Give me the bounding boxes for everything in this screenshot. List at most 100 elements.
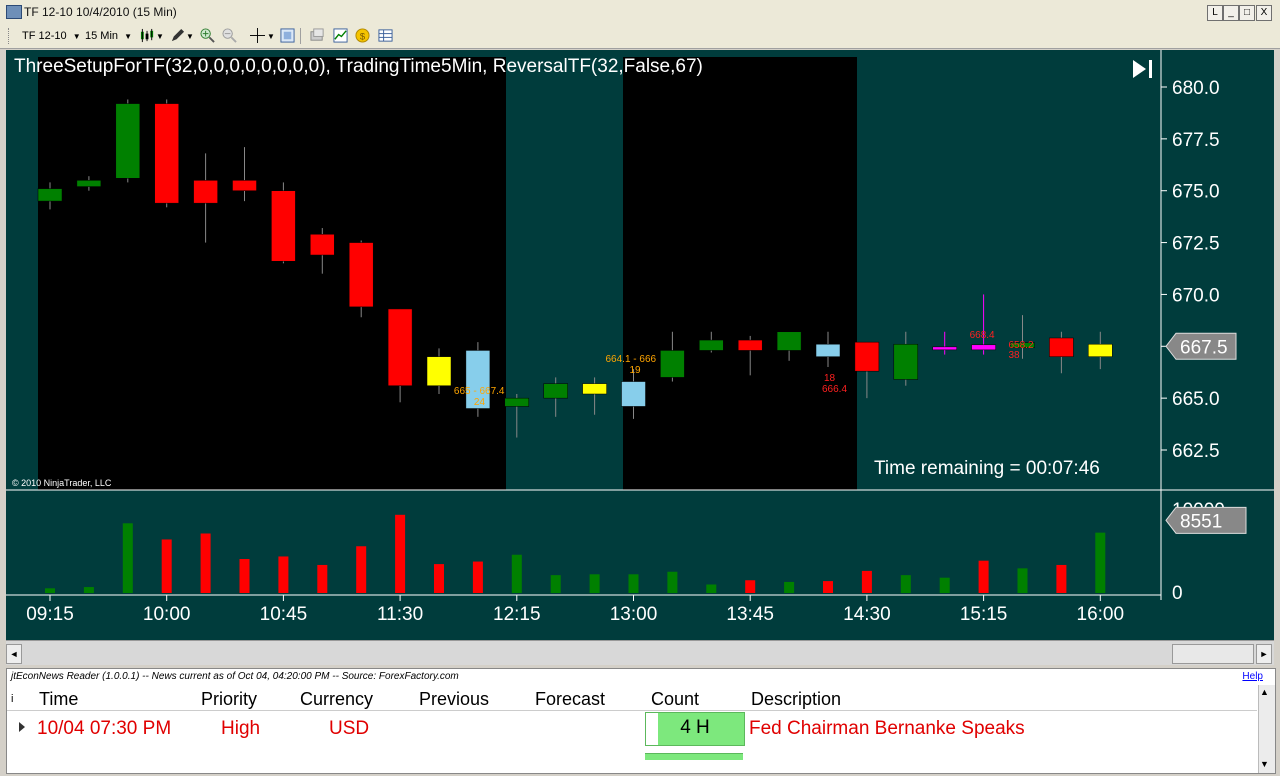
volume-bar[interactable] bbox=[550, 575, 561, 593]
time-tick-label: 13:45 bbox=[726, 604, 774, 625]
volume-bar[interactable] bbox=[83, 587, 94, 593]
close-button[interactable]: X bbox=[1256, 5, 1272, 21]
minimize-button[interactable]: _ bbox=[1223, 5, 1239, 21]
time-tick-label: 12:15 bbox=[493, 604, 541, 625]
price-candle[interactable] bbox=[348, 242, 374, 308]
column-header-currency[interactable]: Currency bbox=[300, 689, 373, 710]
session-background bbox=[38, 57, 506, 490]
price-candle[interactable] bbox=[387, 308, 413, 386]
scroll-down-arrow-icon[interactable]: ▼ bbox=[1260, 759, 1269, 769]
help-link[interactable]: Help bbox=[1242, 671, 1263, 682]
price-candle[interactable] bbox=[582, 383, 607, 395]
volume-bar[interactable] bbox=[861, 570, 872, 593]
volume-bar[interactable] bbox=[511, 554, 522, 593]
column-header-count[interactable]: Count bbox=[651, 689, 699, 710]
price-candle[interactable] bbox=[543, 383, 568, 399]
price-candle[interactable] bbox=[310, 234, 335, 256]
price-candle[interactable] bbox=[232, 180, 257, 191]
price-candle[interactable] bbox=[854, 341, 880, 372]
price-candle[interactable] bbox=[154, 103, 179, 204]
price-candle[interactable] bbox=[193, 180, 218, 204]
volume-bar[interactable] bbox=[667, 571, 678, 593]
chevron-down-icon[interactable]: ▼ bbox=[156, 32, 164, 41]
table-icon[interactable] bbox=[378, 28, 393, 43]
price-candle[interactable] bbox=[504, 397, 530, 407]
scroll-to-end-icon[interactable] bbox=[1133, 60, 1152, 78]
price-candle[interactable] bbox=[893, 343, 919, 380]
volume-bar[interactable] bbox=[395, 514, 406, 593]
signal-annotation: 18 bbox=[824, 373, 836, 384]
volume-bar[interactable] bbox=[900, 575, 911, 593]
volume-bar[interactable] bbox=[317, 564, 328, 593]
price-candle[interactable] bbox=[271, 190, 296, 262]
chevron-down-icon[interactable]: ▼ bbox=[267, 32, 275, 41]
volume-bar[interactable] bbox=[1095, 532, 1106, 593]
volume-bar[interactable] bbox=[356, 546, 367, 593]
row-expand-icon[interactable] bbox=[19, 722, 25, 732]
news-row[interactable]: 10/04 07:30 PM High USD Fed Chairman Ber… bbox=[7, 711, 1257, 745]
volume-bar[interactable] bbox=[161, 539, 172, 593]
chevron-down-icon[interactable]: ▼ bbox=[186, 32, 194, 41]
chart-horizontal-scrollbar[interactable]: ◄ ► bbox=[6, 640, 1274, 665]
volume-bar[interactable] bbox=[472, 561, 483, 593]
price-candle[interactable] bbox=[737, 339, 763, 351]
column-header-info[interactable]: i bbox=[11, 693, 13, 705]
price-candle[interactable] bbox=[660, 350, 685, 378]
volume-bar[interactable] bbox=[239, 559, 250, 593]
volume-bar[interactable] bbox=[200, 533, 211, 594]
instrument-selector[interactable]: TF 12-10 ▼ bbox=[22, 28, 81, 44]
scroll-left-arrow-icon[interactable]: ◄ bbox=[6, 644, 22, 664]
scroll-up-arrow-icon[interactable]: ▲ bbox=[1260, 687, 1269, 697]
volume-bar[interactable] bbox=[784, 581, 795, 593]
volume-bar[interactable] bbox=[939, 577, 950, 593]
crosshair-icon[interactable] bbox=[250, 28, 265, 43]
column-header-description[interactable]: Description bbox=[751, 689, 841, 710]
volume-bar[interactable] bbox=[122, 523, 133, 593]
volume-bar[interactable] bbox=[1017, 568, 1028, 593]
column-header-time[interactable]: Time bbox=[39, 689, 78, 710]
strategy-icon[interactable] bbox=[333, 28, 348, 43]
volume-bar[interactable] bbox=[1056, 564, 1067, 593]
price-candle[interactable] bbox=[1049, 337, 1074, 357]
volume-bar[interactable] bbox=[45, 588, 55, 593]
news-vertical-scrollbar[interactable]: ▲ ▼ bbox=[1258, 685, 1275, 773]
price-candle[interactable] bbox=[426, 356, 452, 386]
scrollbar-thumb[interactable] bbox=[1172, 644, 1254, 664]
coin-icon[interactable]: $ bbox=[355, 28, 370, 43]
volume-bar[interactable] bbox=[706, 584, 717, 594]
volume-bar[interactable] bbox=[745, 580, 756, 593]
price-candle[interactable] bbox=[699, 339, 724, 351]
window-title-bar[interactable]: TF 12-10 10/4/2010 (15 Min) L _ □ X bbox=[0, 0, 1280, 25]
price-chart[interactable]: 665 - 667.424664.1 - 6661918666.4668.465… bbox=[6, 50, 1274, 640]
price-candle[interactable] bbox=[776, 331, 802, 351]
scroll-right-arrow-icon[interactable]: ► bbox=[1256, 644, 1272, 664]
data-box-icon[interactable] bbox=[310, 28, 325, 43]
volume-bar[interactable] bbox=[278, 556, 289, 593]
price-candle[interactable] bbox=[621, 381, 646, 407]
zoom-in-icon[interactable] bbox=[200, 28, 215, 43]
volume-bar[interactable] bbox=[589, 574, 600, 593]
zoom-out-icon[interactable] bbox=[222, 28, 237, 43]
link-button[interactable]: L bbox=[1207, 5, 1223, 21]
column-header-priority[interactable]: Priority bbox=[201, 689, 257, 710]
column-header-previous[interactable]: Previous bbox=[419, 689, 489, 710]
price-candle[interactable] bbox=[815, 343, 841, 357]
volume-bar[interactable] bbox=[823, 581, 833, 593]
price-candle[interactable] bbox=[37, 188, 63, 202]
volume-bar[interactable] bbox=[628, 574, 639, 593]
period-selector[interactable]: 15 Min ▼ bbox=[85, 28, 132, 44]
volume-bar[interactable] bbox=[978, 560, 989, 593]
price-candle[interactable] bbox=[1088, 343, 1113, 357]
chart-area[interactable]: 665 - 667.4 24 664.1 - 666 19 18 666.4 668.4 65… bbox=[6, 50, 1274, 640]
price-candle[interactable] bbox=[76, 180, 102, 187]
volume-bar[interactable] bbox=[434, 564, 444, 593]
news-count-cell: 4 H bbox=[645, 712, 745, 746]
candlestick-icon[interactable] bbox=[140, 28, 155, 43]
price-candle[interactable] bbox=[971, 344, 996, 351]
properties-icon[interactable] bbox=[280, 28, 295, 43]
pencil-icon[interactable] bbox=[170, 28, 185, 43]
price-candle[interactable] bbox=[115, 103, 141, 179]
column-header-forecast[interactable]: Forecast bbox=[535, 689, 605, 710]
price-candle[interactable] bbox=[932, 346, 957, 351]
restore-button[interactable]: □ bbox=[1239, 5, 1255, 21]
